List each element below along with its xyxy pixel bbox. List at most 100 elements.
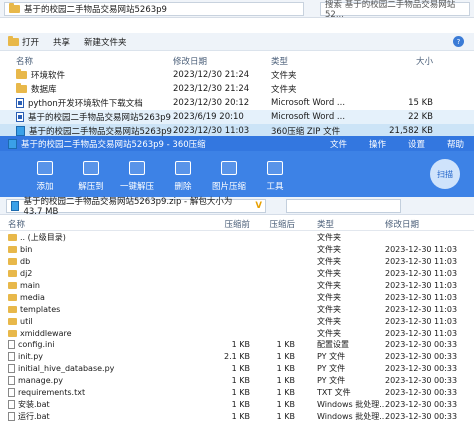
zip-entry-compressed-size: 1 KB xyxy=(276,364,295,374)
column-name[interactable]: 名称 xyxy=(0,55,173,67)
address-path[interactable]: 基于的校园二手物品交易网站5263p9 xyxy=(4,1,304,16)
file-size: 15 KB xyxy=(408,98,433,108)
zip-entry-compressed-size: 1 KB xyxy=(276,376,295,386)
image-icon xyxy=(221,161,237,175)
menu-help[interactable]: 帮助 xyxy=(447,138,464,150)
extract-icon xyxy=(83,161,99,175)
zip-column-type[interactable]: 类型 xyxy=(295,218,385,230)
explorer-file-row[interactable]: 基于的校园二手物品交易网站5263p9 2023/6/19 20:10 Micros… xyxy=(0,110,474,124)
image-compress-button[interactable]: 图片压缩 xyxy=(206,151,252,192)
zip-entry-name: requirements.txt xyxy=(0,388,208,398)
zip-entry-type: 文件夹 xyxy=(317,233,341,243)
zip-file-row[interactable]: .. (上级目录) 文件夹 xyxy=(0,232,474,244)
zip-entry-name-text: main xyxy=(20,281,40,290)
search-input[interactable]: 搜索 基于的校园二手物品交易网站52... xyxy=(320,0,470,20)
zip-entry-name: db xyxy=(0,257,208,266)
zip-window: 基于的校园二手物品交易网站5263p9 - 360压缩 文件 操作 设置 帮助 … xyxy=(0,136,474,421)
explorer-file-row[interactable]: 数据库 2023/12/30 21:24 文件夹 xyxy=(0,82,474,96)
file-icon xyxy=(8,376,15,386)
zip-entry-size: 1 KB xyxy=(231,399,250,409)
zip-entry-name-text: media xyxy=(20,292,45,302)
column-size[interactable]: 大小 xyxy=(345,55,433,67)
zip-file-row[interactable]: init.py 2.1 KB 1 KB PY 文件 2023-12-30 00:33 xyxy=(0,351,474,363)
zip-menu: 文件 操作 设置 帮助 xyxy=(330,138,474,150)
zip-entry-type: 文件夹 xyxy=(317,316,341,326)
file-icon xyxy=(8,340,15,350)
open-button[interactable]: 打开 xyxy=(8,35,39,48)
folder-icon xyxy=(9,2,20,13)
zip-entry-date: 2023-12-30 11:03 xyxy=(385,269,458,279)
explorer-file-row[interactable]: python开发环境软件下载文档 2023/12/30 20:12 Microsof… xyxy=(0,96,474,110)
zip-file-row[interactable]: bin 文件夹 2023-12-30 11:03 xyxy=(0,244,474,256)
chevron-down-icon[interactable]: V xyxy=(255,201,265,211)
zip-column-headers: 名称 压缩前 压缩后 类型 修改日期 xyxy=(0,218,474,231)
zip-file-row[interactable]: xmiddleware 文件夹 2023-12-30 11:03 xyxy=(0,327,474,339)
scan-button[interactable]: 扫描 xyxy=(430,159,460,189)
zip-entry-name: media xyxy=(0,293,208,302)
zip-entry-name-text: templates xyxy=(20,304,61,314)
add-button[interactable]: 添加 xyxy=(22,151,68,192)
zip-entry-type: Windows 批处理... xyxy=(317,411,385,421)
zip-file-row[interactable]: requirements.txt 1 KB 1 KB TXT 文件 2023-12-30… xyxy=(0,387,474,399)
zip-entry-compressed-size: 1 KB xyxy=(276,340,295,350)
new-folder-button[interactable]: 新建文件夹 xyxy=(84,36,127,48)
zip-file-row[interactable]: util 文件夹 2023-12-30 11:03 xyxy=(0,315,474,327)
zip-entry-name: manage.py xyxy=(0,376,208,386)
menu-file[interactable]: 文件 xyxy=(330,138,347,150)
zip-path-bar: 基于的校园二手物品交易网站5263p9.zip - 解包大小为 43.7 MB … xyxy=(0,197,474,217)
zip-file-row[interactable]: 运行.bat 1 KB 1 KB Windows 批处理... 2023-12-30 0… xyxy=(0,410,474,422)
zip-entry-date: 2023-12-30 11:03 xyxy=(385,304,458,314)
extract-to-button[interactable]: 解压到 xyxy=(68,151,114,192)
zip-entry-name: initial_hive_database.py xyxy=(0,364,208,374)
zip-entry-name: 运行.bat xyxy=(0,411,208,422)
menu-settings[interactable]: 设置 xyxy=(408,138,425,150)
zip-column-compressed[interactable]: 压缩后 xyxy=(250,218,295,230)
zip-path-input[interactable]: 基于的校园二手物品交易网站5263p9.zip - 解包大小为 43.7 MB … xyxy=(6,197,266,217)
file-icon xyxy=(8,411,15,421)
file-name-text: 环境软件 xyxy=(31,71,66,81)
zip-column-date[interactable]: 修改日期 xyxy=(385,218,473,230)
file-icon xyxy=(8,388,15,398)
zip-entry-name-text: manage.py xyxy=(18,376,64,386)
zip-file-row[interactable]: media 文件夹 2023-12-30 11:03 xyxy=(0,291,474,303)
zip-file-row[interactable]: main 文件夹 2023-12-30 11:03 xyxy=(0,280,474,292)
zip-entry-type: 文件夹 xyxy=(317,257,341,267)
column-type[interactable]: 类型 xyxy=(271,55,345,67)
file-type: 文件夹 xyxy=(271,85,297,95)
zip-entry-type: 文件夹 xyxy=(317,269,341,279)
zip-entry-date: 2023-12-30 00:33 xyxy=(385,411,458,421)
folder-icon xyxy=(8,246,17,254)
zip-file-row[interactable]: 安装.bat 1 KB 1 KB Windows 批处理... 2023-12-30 0… xyxy=(0,398,474,410)
zip-file-row[interactable]: config.ini 1 KB 1 KB 配置设置 2023-12-30 00:33 xyxy=(0,339,474,351)
zip-entry-date: 2023-12-30 11:03 xyxy=(385,316,458,326)
zip-entry-date: 2023-12-30 00:33 xyxy=(385,388,458,398)
zip-entry-type: Windows 批处理... xyxy=(317,399,385,409)
zip-column-size[interactable]: 压缩前 xyxy=(208,218,250,230)
zip-file-row[interactable]: manage.py 1 KB 1 KB PY 文件 2023-12-30 00:33 xyxy=(0,375,474,387)
zip-file-row[interactable]: templates 文件夹 2023-12-30 11:03 xyxy=(0,303,474,315)
zip-file-row[interactable]: initial_hive_database.py 1 KB 1 KB PY 文件 202… xyxy=(0,363,474,375)
one-click-extract-button[interactable]: 一键解压 xyxy=(114,151,160,192)
zip-entry-date: 2023-12-30 00:33 xyxy=(385,376,458,386)
file-name: 环境软件 xyxy=(0,69,173,81)
word-document-icon xyxy=(16,112,24,122)
zip-file-row[interactable]: dj2 文件夹 2023-12-30 11:03 xyxy=(0,268,474,280)
zip-entry-date: 2023-12-30 11:03 xyxy=(385,245,458,255)
help-icon[interactable]: ? xyxy=(453,36,464,47)
one-click-extract-icon xyxy=(129,161,145,175)
explorer-file-row[interactable]: 环境软件 2023/12/30 21:24 文件夹 xyxy=(0,68,474,82)
menu-operation[interactable]: 操作 xyxy=(369,138,386,150)
zip-path-text: 基于的校园二手物品交易网站5263p9.zip - 解包大小为 43.7 MB xyxy=(23,196,233,217)
file-size: 21,582 KB xyxy=(389,126,433,136)
zip-file-row[interactable]: db 文件夹 2023-12-30 11:03 xyxy=(0,256,474,268)
share-button[interactable]: 共享 xyxy=(53,36,70,48)
add-label: 添加 xyxy=(36,182,54,192)
delete-button[interactable]: 删除 xyxy=(160,151,206,192)
tools-button[interactable]: 工具 xyxy=(252,151,298,192)
zip-search-input[interactable] xyxy=(286,198,401,213)
word-document-icon xyxy=(16,98,24,108)
zip-entry-date: 2023-12-30 11:03 xyxy=(385,328,458,338)
column-date[interactable]: 修改日期 xyxy=(173,55,271,67)
zip-entry-name: util xyxy=(0,317,208,326)
zip-column-name[interactable]: 名称 xyxy=(0,218,208,230)
